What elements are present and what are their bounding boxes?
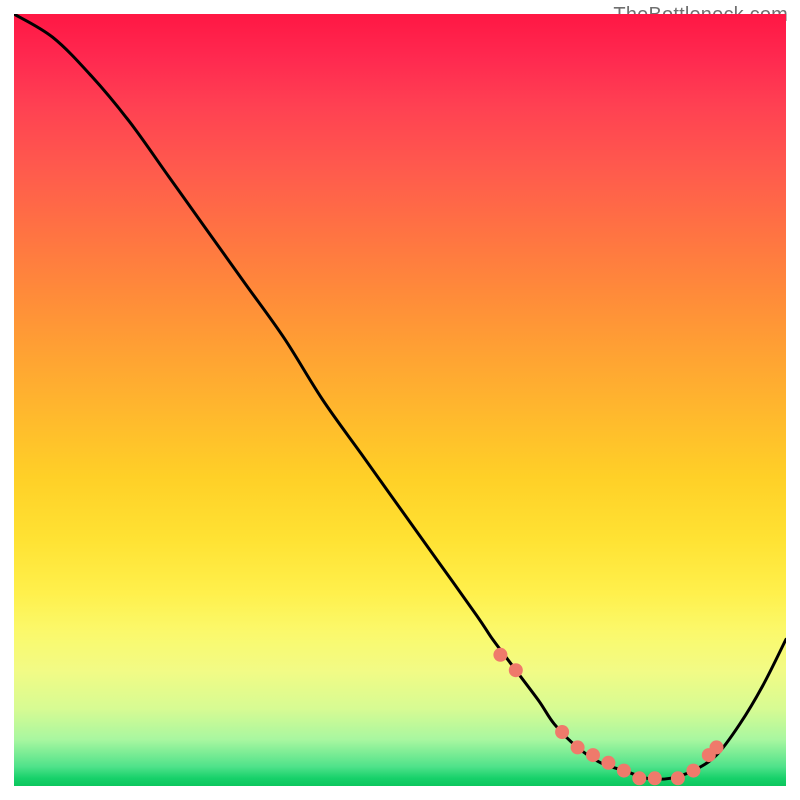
highlight-dot	[509, 663, 523, 677]
highlight-dot	[617, 764, 631, 778]
bottleneck-curve-path	[14, 14, 786, 779]
highlight-dot	[648, 771, 662, 785]
highlight-dots-group	[493, 648, 723, 786]
curve-layer	[14, 14, 786, 786]
bottleneck-chart: TheBottleneck.com	[0, 0, 800, 800]
highlight-dot	[601, 756, 615, 770]
highlight-dot	[710, 740, 724, 754]
highlight-dot	[686, 764, 700, 778]
highlight-dot	[586, 748, 600, 762]
plot-area	[14, 14, 786, 786]
highlight-dot	[555, 725, 569, 739]
highlight-dot	[671, 771, 685, 785]
highlight-dot	[632, 771, 646, 785]
highlight-dot	[571, 740, 585, 754]
highlight-dot	[493, 648, 507, 662]
